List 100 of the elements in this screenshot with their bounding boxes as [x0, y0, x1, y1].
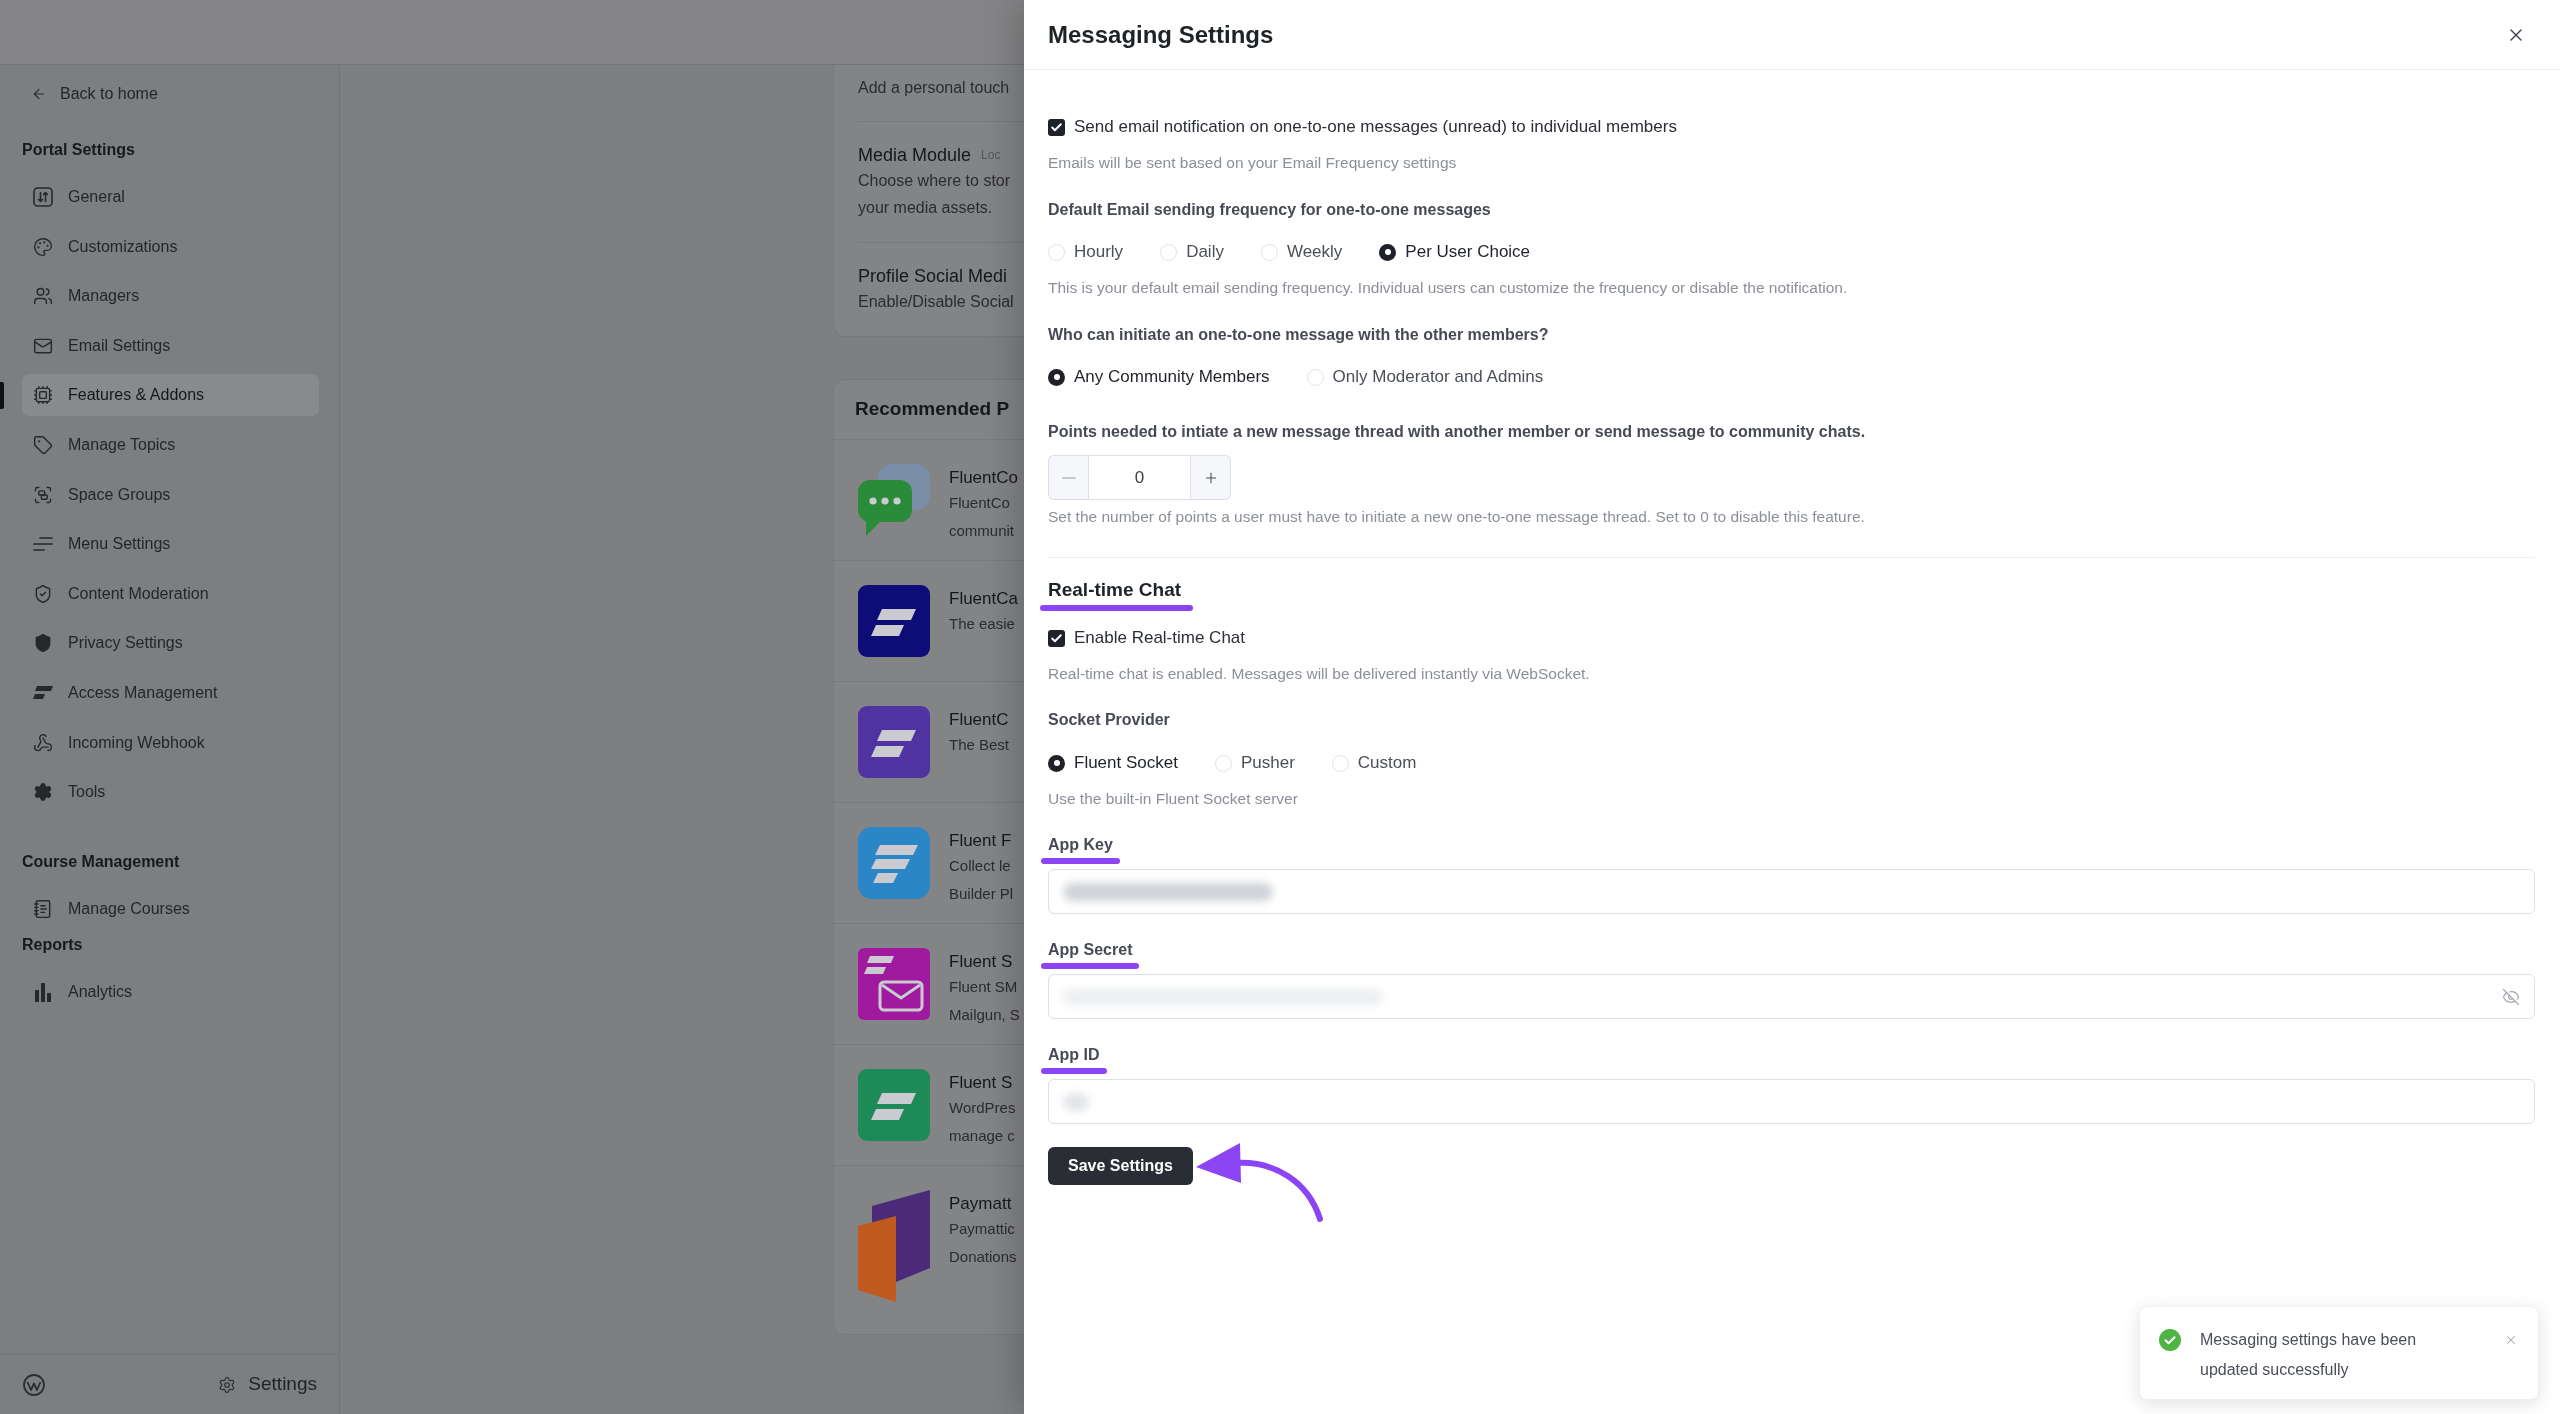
- settings-button[interactable]: Settings: [218, 1370, 317, 1399]
- radio-button[interactable]: [1331, 754, 1349, 772]
- sidebar-item[interactable]: Incoming Webhook: [22, 721, 319, 764]
- section-title: Real-time Chat: [1048, 578, 1182, 602]
- radio-button[interactable]: [1379, 243, 1397, 261]
- back-link[interactable]: Back to home: [22, 83, 319, 105]
- checkbox[interactable]: [1048, 629, 1065, 647]
- help-text: Use the built-in Fluent Socket server: [1048, 789, 1298, 809]
- sort-arrows-icon: [33, 187, 53, 207]
- plugin-name: Fluent S: [949, 1072, 1013, 1094]
- sidebar-item[interactable]: Manage Courses: [22, 888, 319, 931]
- active-indicator: [0, 382, 4, 410]
- section-heading: Course Management: [22, 852, 181, 873]
- sidebar-item[interactable]: Access Management: [22, 671, 319, 714]
- radio-label: Hourly: [1074, 241, 1124, 264]
- checkbox[interactable]: [1048, 118, 1065, 136]
- card-title: Recommended P: [855, 397, 1010, 422]
- sidebar-item[interactable]: Manage Topics: [22, 423, 319, 466]
- sidebar-item[interactable]: Menu Settings: [22, 523, 319, 566]
- plugin-name: FluentCo: [949, 467, 1018, 489]
- circle-logo-icon[interactable]: [23, 1373, 45, 1396]
- sidebar-item[interactable]: Tools: [22, 771, 319, 814]
- sidebar-item[interactable]: Privacy Settings: [22, 622, 319, 665]
- eye-off-icon[interactable]: [2502, 987, 2520, 1006]
- chip-icon: [33, 385, 53, 406]
- save-button[interactable]: Save Settings: [1048, 1147, 1193, 1185]
- folded-shape-icon: [858, 1190, 930, 1302]
- plugin-description: WordPres manage c: [949, 1098, 1016, 1146]
- sidebar-item[interactable]: Managers: [22, 275, 319, 318]
- radio-label: Daily: [1186, 241, 1224, 264]
- bar-chart-icon: [33, 982, 53, 1003]
- password-field[interactable]: [1048, 974, 2535, 1019]
- field-label: App Key: [1048, 835, 1113, 855]
- feature-title: Media Module: [858, 144, 972, 167]
- plugin-name: Paymatt: [949, 1193, 1012, 1215]
- section-heading: Portal Settings: [22, 140, 136, 160]
- sidebar-item[interactable]: Analytics: [22, 971, 319, 1014]
- section-heading: Reports: [22, 935, 84, 956]
- shield-icon: [33, 633, 53, 654]
- sidebar-item[interactable]: Email Settings: [22, 324, 319, 367]
- radio-button[interactable]: [1260, 243, 1278, 261]
- sidebar-item[interactable]: Space Groups: [22, 473, 319, 516]
- group-icon: [33, 484, 53, 505]
- plugin-name: FluentC: [949, 709, 1009, 731]
- number-field[interactable]: 0: [1088, 455, 1191, 500]
- text-field[interactable]: [1048, 1079, 2535, 1124]
- radio-button[interactable]: [1048, 243, 1065, 261]
- feature-description: Choose where to stor your media assets.: [858, 171, 1011, 218]
- users-icon: [33, 286, 53, 307]
- plugin-description: Paymattic Donations: [949, 1219, 1017, 1267]
- check-icon: [1050, 120, 1063, 134]
- plugin-name: Fluent S: [949, 951, 1013, 973]
- radio-label: Only Moderator and Admins: [1332, 366, 1544, 389]
- radio-button[interactable]: [1214, 754, 1232, 772]
- radio-label: Fluent Socket: [1074, 752, 1178, 775]
- feature-description: Add a personal touch: [858, 78, 1010, 98]
- sidebar-item[interactable]: Customizations: [22, 225, 319, 268]
- field-label: Points needed to intiate a new message thread with another member or send message to community chats.: [1048, 422, 1866, 442]
- shield-check-icon: [33, 583, 53, 604]
- checkbox-label: Send email notification on one-to-one messages (unread) to individual members: [1074, 116, 1677, 139]
- envelope-icon: [858, 948, 930, 1020]
- increment-button[interactable]: [1191, 455, 1231, 500]
- field-label: Socket Provider: [1048, 710, 1170, 730]
- field-label: App ID: [1048, 1045, 1100, 1065]
- plugin-name: FluentCa: [949, 588, 1018, 610]
- radio-label: Per User Choice: [1405, 241, 1531, 264]
- slanted-bars-icon: [858, 585, 930, 657]
- feature-description: Enable/Disable Social: [858, 292, 1014, 312]
- radio-label: Any Community Members: [1074, 366, 1270, 389]
- plugin-description: Collect le Builder Pl: [949, 856, 1014, 904]
- radio-button[interactable]: [1048, 368, 1065, 386]
- field-label: Who can initiate an one-to-one message with the other members?: [1048, 325, 1549, 345]
- plugin-description: Fluent SM Mailgun, S: [949, 977, 1020, 1025]
- radio-label: Pusher: [1240, 752, 1295, 775]
- radio-label: Weekly: [1286, 241, 1343, 264]
- text-field[interactable]: [1048, 869, 2535, 914]
- radio-label: Custom: [1357, 752, 1417, 775]
- decrement-button[interactable]: [1048, 455, 1088, 500]
- help-text: Set the number of points a user must have to initiate a new one-to-one message thread. Set to 0 to disable this feature.: [1048, 507, 1865, 527]
- slanted-bars-icon: [858, 827, 930, 899]
- slanted-bars-icon: [858, 706, 930, 778]
- palette-icon: [33, 236, 53, 257]
- plugin-name: Fluent F: [949, 830, 1012, 852]
- radio-button[interactable]: [1306, 368, 1324, 386]
- field-label: Default Email sending frequency for one-to-one messages: [1048, 200, 1491, 220]
- sidebar-item[interactable]: Content Moderation: [22, 572, 319, 615]
- webhook-icon: [33, 732, 53, 753]
- radio-button[interactable]: [1160, 243, 1178, 261]
- toast-message: Messaging settings have been updated successfully: [2200, 1330, 2418, 1380]
- feature-title: Profile Social Medi: [858, 265, 1008, 288]
- drawer-title: Messaging Settings: [1048, 19, 1274, 50]
- gear-icon: [33, 782, 53, 803]
- check-icon: [1050, 631, 1063, 645]
- radio-button[interactable]: [1048, 754, 1065, 772]
- tag-icon: [33, 434, 53, 455]
- help-text: Emails will be sent based on your Email Frequency settings: [1048, 153, 1457, 173]
- help-text: Real-time chat is enabled. Messages will be delivered instantly via WebSocket.: [1048, 664, 1590, 684]
- field-label: App Secret: [1048, 940, 1133, 960]
- plugin-description: FluentCo communit: [949, 493, 1015, 541]
- sidebar-item[interactable]: General: [22, 176, 319, 218]
